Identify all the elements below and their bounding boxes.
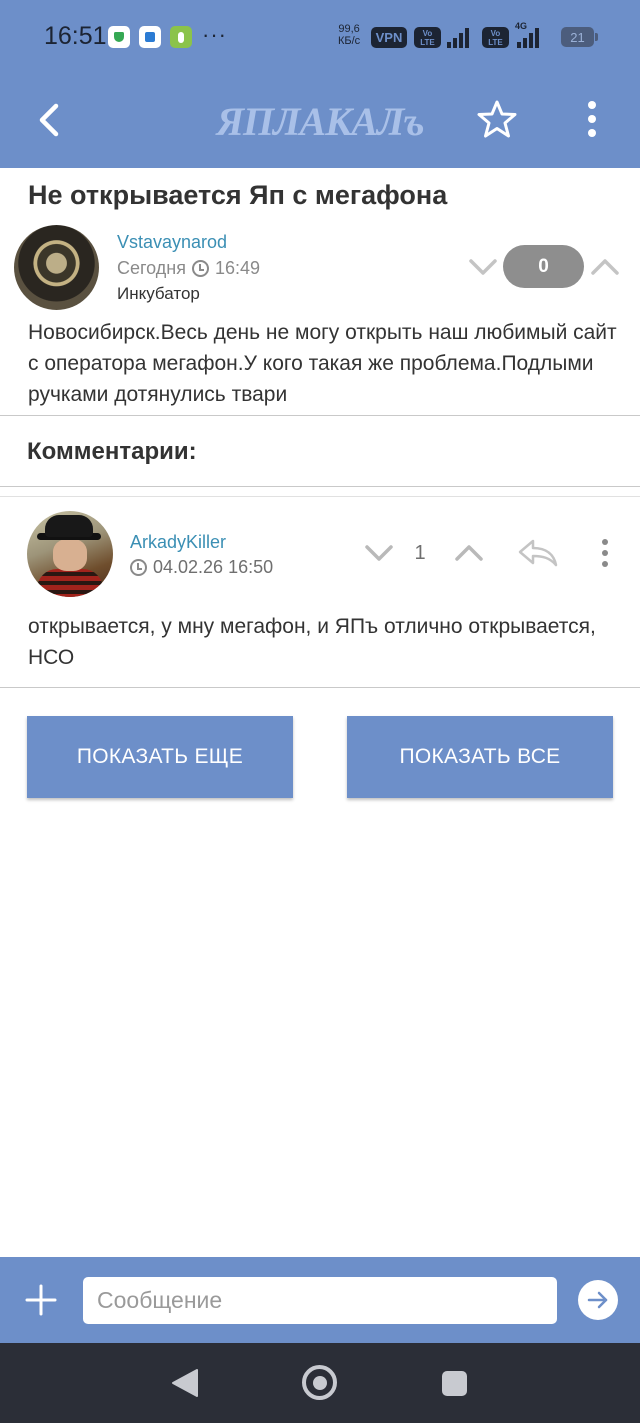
clock-icon [130, 559, 147, 576]
battery-icon: 21 [561, 27, 598, 47]
app-bar: ЯПЛАКАЛъ [0, 76, 640, 168]
menu-dot [602, 561, 608, 567]
menu-dot [602, 539, 608, 545]
menu-dot [588, 115, 596, 123]
volte-badge-sim2: Vo LTE [482, 27, 509, 48]
divider [0, 687, 640, 688]
star-icon [477, 100, 517, 138]
top-bar: 16:51 ··· 99,6 КБ/с VPN Vo LTE Vo LTE 4G… [0, 0, 640, 168]
monitor-app-icon [139, 26, 161, 48]
comment-vote-down-button[interactable] [362, 540, 396, 566]
divider [0, 415, 640, 416]
status-bar: 16:51 ··· 99,6 КБ/с VPN Vo LTE Vo LTE 4G… [0, 0, 640, 76]
menu-dot [588, 129, 596, 137]
reply-button[interactable] [515, 536, 561, 570]
author-name-link[interactable]: Vstavaynarod [117, 232, 227, 253]
post-vote-up-button[interactable] [588, 254, 622, 280]
plus-icon [25, 1284, 57, 1316]
divider [0, 496, 640, 497]
comment-datetime: 04.02.26 16:50 [153, 557, 274, 577]
send-button[interactable] [578, 1280, 618, 1320]
chevron-down-icon [469, 259, 497, 275]
signal-strength-icon-sim2 [517, 26, 539, 48]
comment-meta: 04.02.26 16:50 [130, 557, 273, 578]
divider [0, 486, 640, 487]
chevron-up-icon [455, 545, 483, 561]
post-title: Не открывается Яп с мегафона [28, 180, 448, 210]
show-all-button[interactable]: ПОКАЗАТЬ ВСЕ [347, 716, 613, 798]
menu-dot [602, 550, 608, 556]
chevron-up-icon [591, 259, 619, 275]
vpn-badge: VPN [371, 27, 407, 48]
system-navigation-bar [0, 1343, 640, 1423]
comment-menu-button[interactable] [594, 536, 616, 570]
comment-body-text: открывается, у мну мегафон, и ЯПъ отличн… [28, 615, 596, 669]
reply-icon [518, 539, 558, 567]
post-vote-down-button[interactable] [466, 254, 500, 280]
nav-back-icon[interactable] [170, 1367, 200, 1399]
favorite-button[interactable] [474, 96, 520, 142]
author-rank: Инкубатор [117, 284, 200, 303]
comment-author-link[interactable]: ArkadyKiller [130, 532, 226, 553]
post-meta: Сегодня 16:49 [117, 258, 260, 279]
clock-icon [192, 260, 209, 277]
post-rating-badge: 0 [503, 245, 584, 288]
signal-strength-icon [447, 26, 469, 48]
message-input[interactable] [83, 1277, 557, 1324]
post-date: Сегодня [117, 258, 186, 278]
network-speed: 99,6 КБ/с [338, 23, 361, 47]
chevron-down-icon [365, 545, 393, 561]
shield-app-icon [108, 26, 130, 48]
post-time: 16:49 [215, 258, 261, 278]
comment-vote-up-button[interactable] [452, 540, 486, 566]
commenter-avatar[interactable] [27, 511, 113, 597]
volte-badge: Vo LTE [414, 27, 441, 48]
nav-home-icon[interactable] [302, 1365, 337, 1400]
more-notifications-icon: ··· [202, 22, 227, 47]
message-composer [0, 1257, 640, 1343]
nav-recents-icon[interactable] [442, 1371, 467, 1396]
show-more-button[interactable]: ПОКАЗАТЬ ЕЩЕ [27, 716, 293, 798]
post-body-text: Новосибирск.Весь день не могу открыть на… [28, 321, 617, 406]
arrow-right-icon [587, 1291, 608, 1309]
comment-rating: 1 [414, 542, 426, 564]
menu-dot [588, 101, 596, 109]
chevron-left-icon [39, 103, 59, 137]
author-avatar[interactable] [14, 225, 99, 310]
status-time: 16:51 [44, 22, 107, 50]
attach-button[interactable] [20, 1279, 62, 1321]
comments-heading: Комментарии: [27, 438, 197, 465]
microphone-app-icon [170, 26, 192, 48]
back-button[interactable] [26, 98, 70, 142]
overflow-menu-button[interactable] [574, 96, 610, 142]
site-logo[interactable]: ЯПЛАКАЛъ [190, 100, 450, 144]
